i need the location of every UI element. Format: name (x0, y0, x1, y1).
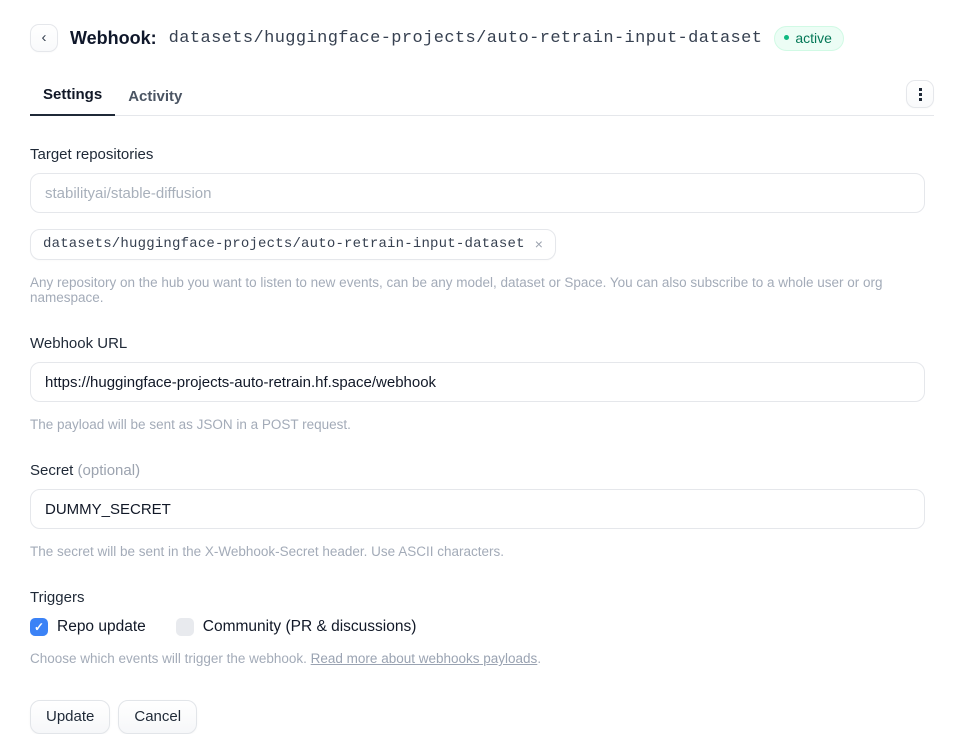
secret-label: Secret (optional) (30, 462, 934, 479)
header: ‹ Webhook: datasets/huggingface-projects… (30, 24, 934, 52)
secret-optional-text: (optional) (78, 462, 141, 479)
overflow-menu-button[interactable] (906, 80, 934, 108)
status-dot-icon (784, 35, 789, 40)
tab-bar: Settings Activity (30, 78, 934, 116)
form-actions: Update Cancel (30, 700, 934, 734)
checkbox-community[interactable]: ✓ Community (PR & discussions) (176, 618, 417, 636)
tab-settings[interactable]: Settings (30, 78, 115, 116)
secret-input[interactable] (30, 489, 925, 529)
webhook-repo-path: datasets/huggingface-projects/auto-retra… (169, 29, 763, 48)
target-repositories-helper: Any repository on the hub you want to li… (30, 275, 934, 305)
back-button[interactable]: ‹ (30, 24, 58, 52)
page-title: Webhook: (70, 28, 157, 49)
webhook-settings-page: ‹ Webhook: datasets/huggingface-projects… (0, 0, 964, 734)
remove-chip-button[interactable]: × (535, 237, 543, 251)
checkbox-repo-update[interactable]: ✓ Repo update (30, 618, 146, 636)
triggers-helper-text: Choose which events will trigger the web… (30, 651, 311, 666)
secret-helper: The secret will be sent in the X-Webhook… (30, 544, 934, 559)
triggers-helper-period: . (537, 651, 541, 666)
triggers-section: Triggers ✓ Repo update ✓ Community (PR &… (30, 589, 934, 666)
secret-section: Secret (optional) The secret will be sen… (30, 462, 934, 559)
checkbox-repo-update-label: Repo update (57, 618, 146, 636)
status-badge: active (774, 26, 844, 51)
checkbox-community-label: Community (PR & discussions) (203, 618, 417, 636)
triggers-options: ✓ Repo update ✓ Community (PR & discussi… (30, 618, 934, 636)
webhook-url-section: Webhook URL The payload will be sent as … (30, 335, 934, 432)
webhook-url-input[interactable] (30, 362, 925, 402)
triggers-helper: Choose which events will trigger the web… (30, 651, 934, 666)
status-badge-label: active (795, 30, 832, 46)
checkbox-icon[interactable]: ✓ (176, 618, 194, 636)
target-repositories-section: Target repositories datasets/huggingface… (30, 146, 934, 305)
triggers-label: Triggers (30, 589, 934, 606)
chip-row: datasets/huggingface-projects/auto-retra… (30, 229, 934, 260)
checkbox-icon[interactable]: ✓ (30, 618, 48, 636)
target-repositories-input[interactable] (30, 173, 925, 213)
webhooks-payloads-link[interactable]: Read more about webhooks payloads (311, 651, 538, 666)
tab-activity[interactable]: Activity (115, 80, 195, 116)
check-icon: ✓ (34, 621, 44, 633)
target-repositories-label: Target repositories (30, 146, 934, 163)
update-button[interactable]: Update (30, 700, 110, 734)
webhook-url-label: Webhook URL (30, 335, 934, 352)
secret-label-text: Secret (30, 462, 73, 479)
target-repo-chip-label: datasets/huggingface-projects/auto-retra… (43, 236, 525, 252)
webhook-url-helper: The payload will be sent as JSON in a PO… (30, 417, 934, 432)
target-repo-chip: datasets/huggingface-projects/auto-retra… (30, 229, 556, 260)
kebab-icon (919, 88, 922, 101)
cancel-button[interactable]: Cancel (118, 700, 197, 734)
chevron-left-icon: ‹ (42, 30, 47, 45)
